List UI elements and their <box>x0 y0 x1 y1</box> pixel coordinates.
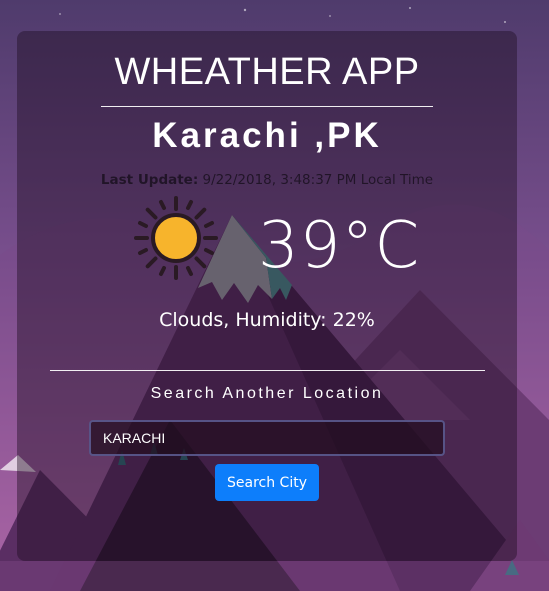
weather-conditions: Clouds, Humidity: 22% <box>159 309 375 331</box>
app-title: WHEATHER APP <box>114 51 420 93</box>
section-divider <box>50 370 485 371</box>
search-heading: Search Another Location <box>150 385 384 402</box>
temperature: 39°C <box>258 209 421 283</box>
search-city-button[interactable]: Search City <box>215 464 319 501</box>
sun-icon <box>134 196 218 280</box>
last-update-value: 9/22/2018, 3:48:37 PM Local Time <box>202 172 434 188</box>
last-update: Last Update: 9/22/2018, 3:48:37 PM Local… <box>0 172 534 188</box>
city-name: Karachi ,PK <box>152 116 382 155</box>
last-update-label: Last Update: <box>100 172 199 188</box>
title-divider <box>101 106 433 107</box>
city-search-input[interactable] <box>89 420 445 456</box>
